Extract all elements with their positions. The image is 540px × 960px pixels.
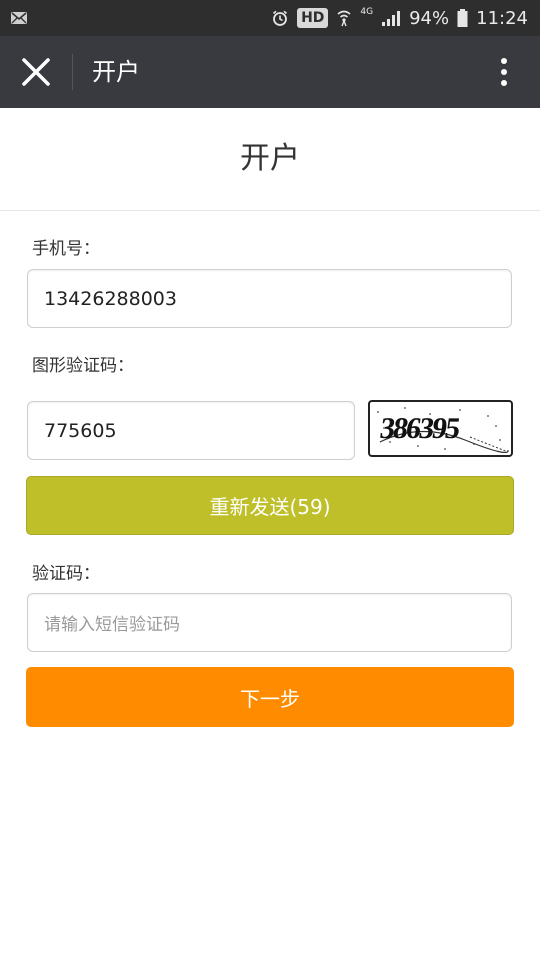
alarm-icon [273, 10, 288, 26]
battery-percent: 94% [409, 7, 450, 29]
next-step-label: 下一步 [240, 686, 300, 711]
wifi-icon [337, 10, 351, 27]
page-title: 开户 [240, 141, 300, 176]
sms-code-input[interactable]: 请输入短信验证码 [27, 593, 512, 652]
mail-icon [11, 12, 27, 24]
captcha-input[interactable]: 775605 [27, 401, 355, 460]
sms-code-placeholder: 请输入短信验证码 [44, 615, 180, 635]
captcha-label: 图形验证码： [32, 356, 134, 376]
captcha-image[interactable]: 386395 [368, 400, 513, 457]
sms-code-label: 验证码： [32, 564, 100, 584]
window-title: 开户 [92, 58, 140, 86]
phone-label: 手机号： [32, 239, 100, 259]
close-icon[interactable] [18, 56, 54, 88]
signal-icon [382, 11, 401, 26]
hd-badge: HD [297, 8, 329, 28]
network-type: 4G [360, 7, 374, 17]
status-bar: HD 4G 94% 11:24 [0, 0, 540, 36]
phone-input[interactable]: 13426288003 [27, 269, 512, 328]
battery-icon [457, 9, 468, 27]
title-bar: 开户 [0, 36, 540, 108]
captcha-text: 386395 [378, 411, 462, 445]
captcha-value: 775605 [44, 419, 117, 442]
status-right: HD 4G 94% 11:24 [271, 0, 528, 36]
captcha-noise: 386395 [377, 407, 509, 453]
resend-code-button[interactable]: 重新发送(59) [26, 476, 514, 535]
clock: 11:24 [476, 7, 528, 29]
next-step-button[interactable]: 下一步 [26, 667, 514, 727]
more-vertical-icon[interactable] [492, 56, 516, 88]
page-header: 开户 [0, 108, 540, 211]
resend-code-label: 重新发送(59) [209, 495, 331, 519]
phone-value: 13426288003 [44, 287, 177, 310]
title-divider [72, 54, 73, 90]
